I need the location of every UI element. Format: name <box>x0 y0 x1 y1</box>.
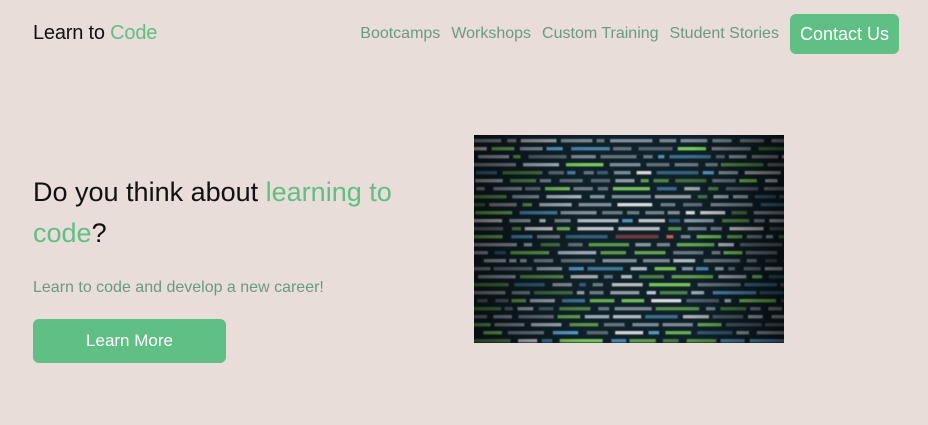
hero-title-suffix: ? <box>91 218 107 248</box>
code-lines-graphic <box>474 135 784 343</box>
logo[interactable]: Learn to Code <box>33 22 157 45</box>
code-screen-photo <box>474 135 784 343</box>
nav-student-stories[interactable]: Student Stories <box>670 25 779 43</box>
nav-custom-training[interactable]: Custom Training <box>542 25 659 43</box>
hero-title: Do you think about learning to code? <box>33 172 413 254</box>
nav-workshops[interactable]: Workshops <box>451 25 531 43</box>
nav-bootcamps[interactable]: Bootcamps <box>360 25 440 43</box>
landing-page: Learn to Code Bootcamps Workshops Custom… <box>0 0 928 425</box>
top-nav: Bootcamps Workshops Custom Training Stud… <box>360 14 899 54</box>
logo-prefix: Learn to <box>33 22 111 44</box>
hero-subtitle: Learn to code and develop a new career! <box>33 279 324 296</box>
contact-us-button[interactable]: Contact Us <box>789 14 899 54</box>
hero-title-prefix: Do you think about <box>33 177 266 207</box>
logo-accent: Code <box>110 22 158 44</box>
learn-more-button[interactable]: Learn More <box>33 319 226 363</box>
